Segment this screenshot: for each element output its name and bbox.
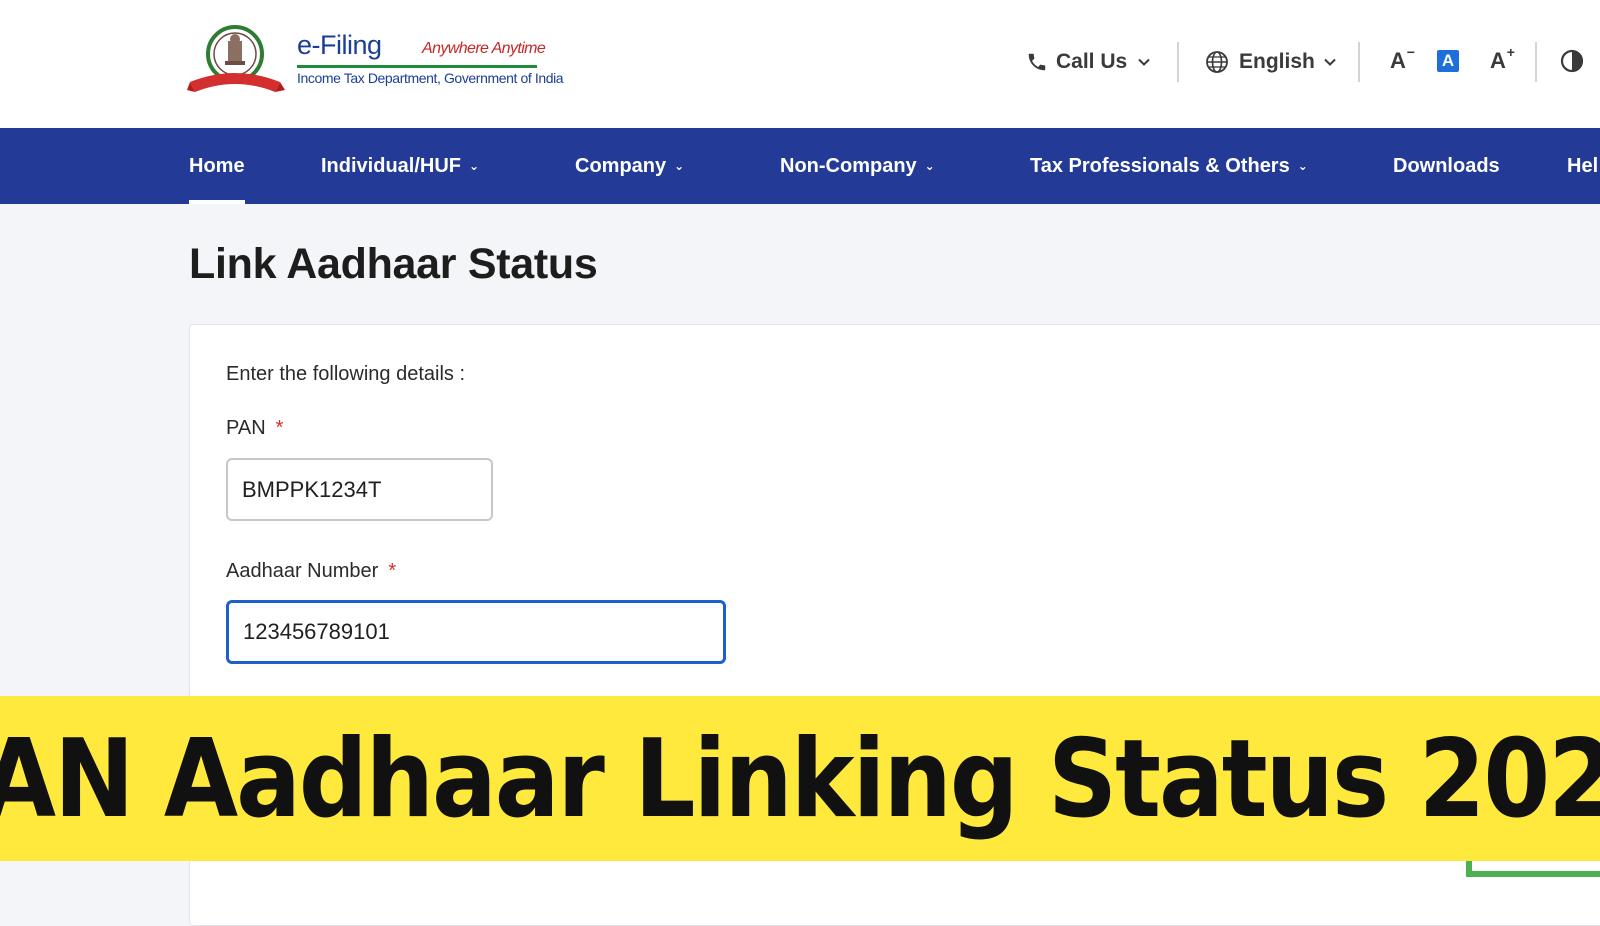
nav-non-company[interactable]: Non-Company ⌄ (780, 128, 935, 204)
font-default-button[interactable]: A (1434, 47, 1462, 75)
aadhaar-label-text: Aadhaar Number (226, 560, 379, 582)
title-banner: PAN Aadhaar Linking Status 2026 (0, 696, 1600, 861)
nav-home-label: Home (189, 154, 245, 177)
pan-input[interactable] (226, 458, 493, 521)
page-title: Link Aadhaar Status (189, 240, 598, 288)
brand-subtitle: Income Tax Department, Government of Ind… (297, 70, 564, 86)
brand-title: e-Filing (297, 30, 382, 60)
language-dropdown[interactable]: English (1205, 44, 1337, 80)
phone-icon (1028, 53, 1046, 71)
nav-company[interactable]: Company ⌄ (575, 128, 684, 204)
nav-individual-huf-label: Individual/HUF (321, 154, 461, 177)
nav-downloads[interactable]: Downloads (1393, 128, 1500, 204)
nav-home[interactable]: Home (189, 128, 245, 204)
required-marker: * (388, 560, 397, 582)
brand-tagline: Anywhere Anytime (422, 40, 546, 57)
font-increase-button[interactable]: A + (1484, 44, 1515, 75)
efiling-logo[interactable]: e-Filing Anywhere Anytime Income Tax Dep… (187, 24, 564, 96)
chevron-down-icon (1324, 58, 1336, 66)
contrast-toggle-button[interactable] (1558, 47, 1586, 75)
required-marker: * (275, 417, 284, 439)
header-divider (1358, 42, 1360, 82)
header-divider (1535, 42, 1537, 82)
font-decrease-label: A − (1390, 44, 1415, 73)
font-increase-label: A + (1490, 44, 1515, 73)
nav-tax-professionals[interactable]: Tax Professionals & Others ⌄ (1030, 128, 1308, 204)
main-navigation: Home Individual/HUF ⌄ Company ⌄ Non-Comp… (0, 128, 1600, 204)
income-tax-department-emblem-icon (187, 25, 285, 92)
nav-company-label: Company (575, 154, 667, 177)
call-us-label: Call Us (1056, 50, 1128, 73)
call-us-dropdown[interactable]: Call Us (1026, 44, 1151, 80)
chevron-down-icon: ⌄ (674, 159, 685, 173)
nav-non-company-label: Non-Company (780, 154, 917, 177)
chevron-down-icon: ⌄ (469, 159, 480, 173)
nav-help[interactable]: Hel (1567, 128, 1598, 204)
chevron-down-icon (1138, 58, 1150, 66)
brand-divider (297, 65, 537, 68)
nav-individual-huf[interactable]: Individual/HUF ⌄ (321, 128, 479, 204)
chevron-down-icon: ⌄ (1297, 159, 1308, 173)
language-label: English (1239, 50, 1315, 73)
banner-text: PAN Aadhaar Linking Status 2026 (0, 715, 1600, 842)
globe-icon (1206, 51, 1228, 73)
form-instructions: Enter the following details : (226, 363, 466, 385)
font-default-label: A (1437, 50, 1459, 72)
nav-help-label: Hel (1567, 154, 1599, 177)
nav-tax-professionals-label: Tax Professionals & Others (1030, 154, 1290, 177)
pan-label-text: PAN (226, 417, 266, 439)
font-decrease-button[interactable]: A − (1384, 44, 1415, 75)
pan-label: PAN * (226, 417, 283, 440)
site-header: e-Filing Anywhere Anytime Income Tax Dep… (0, 0, 1600, 128)
aadhaar-number-input[interactable] (226, 600, 726, 664)
chevron-down-icon: ⌄ (924, 159, 935, 173)
nav-downloads-label: Downloads (1393, 154, 1500, 177)
aadhaar-label: Aadhaar Number * (226, 560, 396, 583)
header-divider (1177, 42, 1179, 82)
contrast-icon (1560, 49, 1584, 73)
green-accent-decoration (1466, 861, 1600, 877)
